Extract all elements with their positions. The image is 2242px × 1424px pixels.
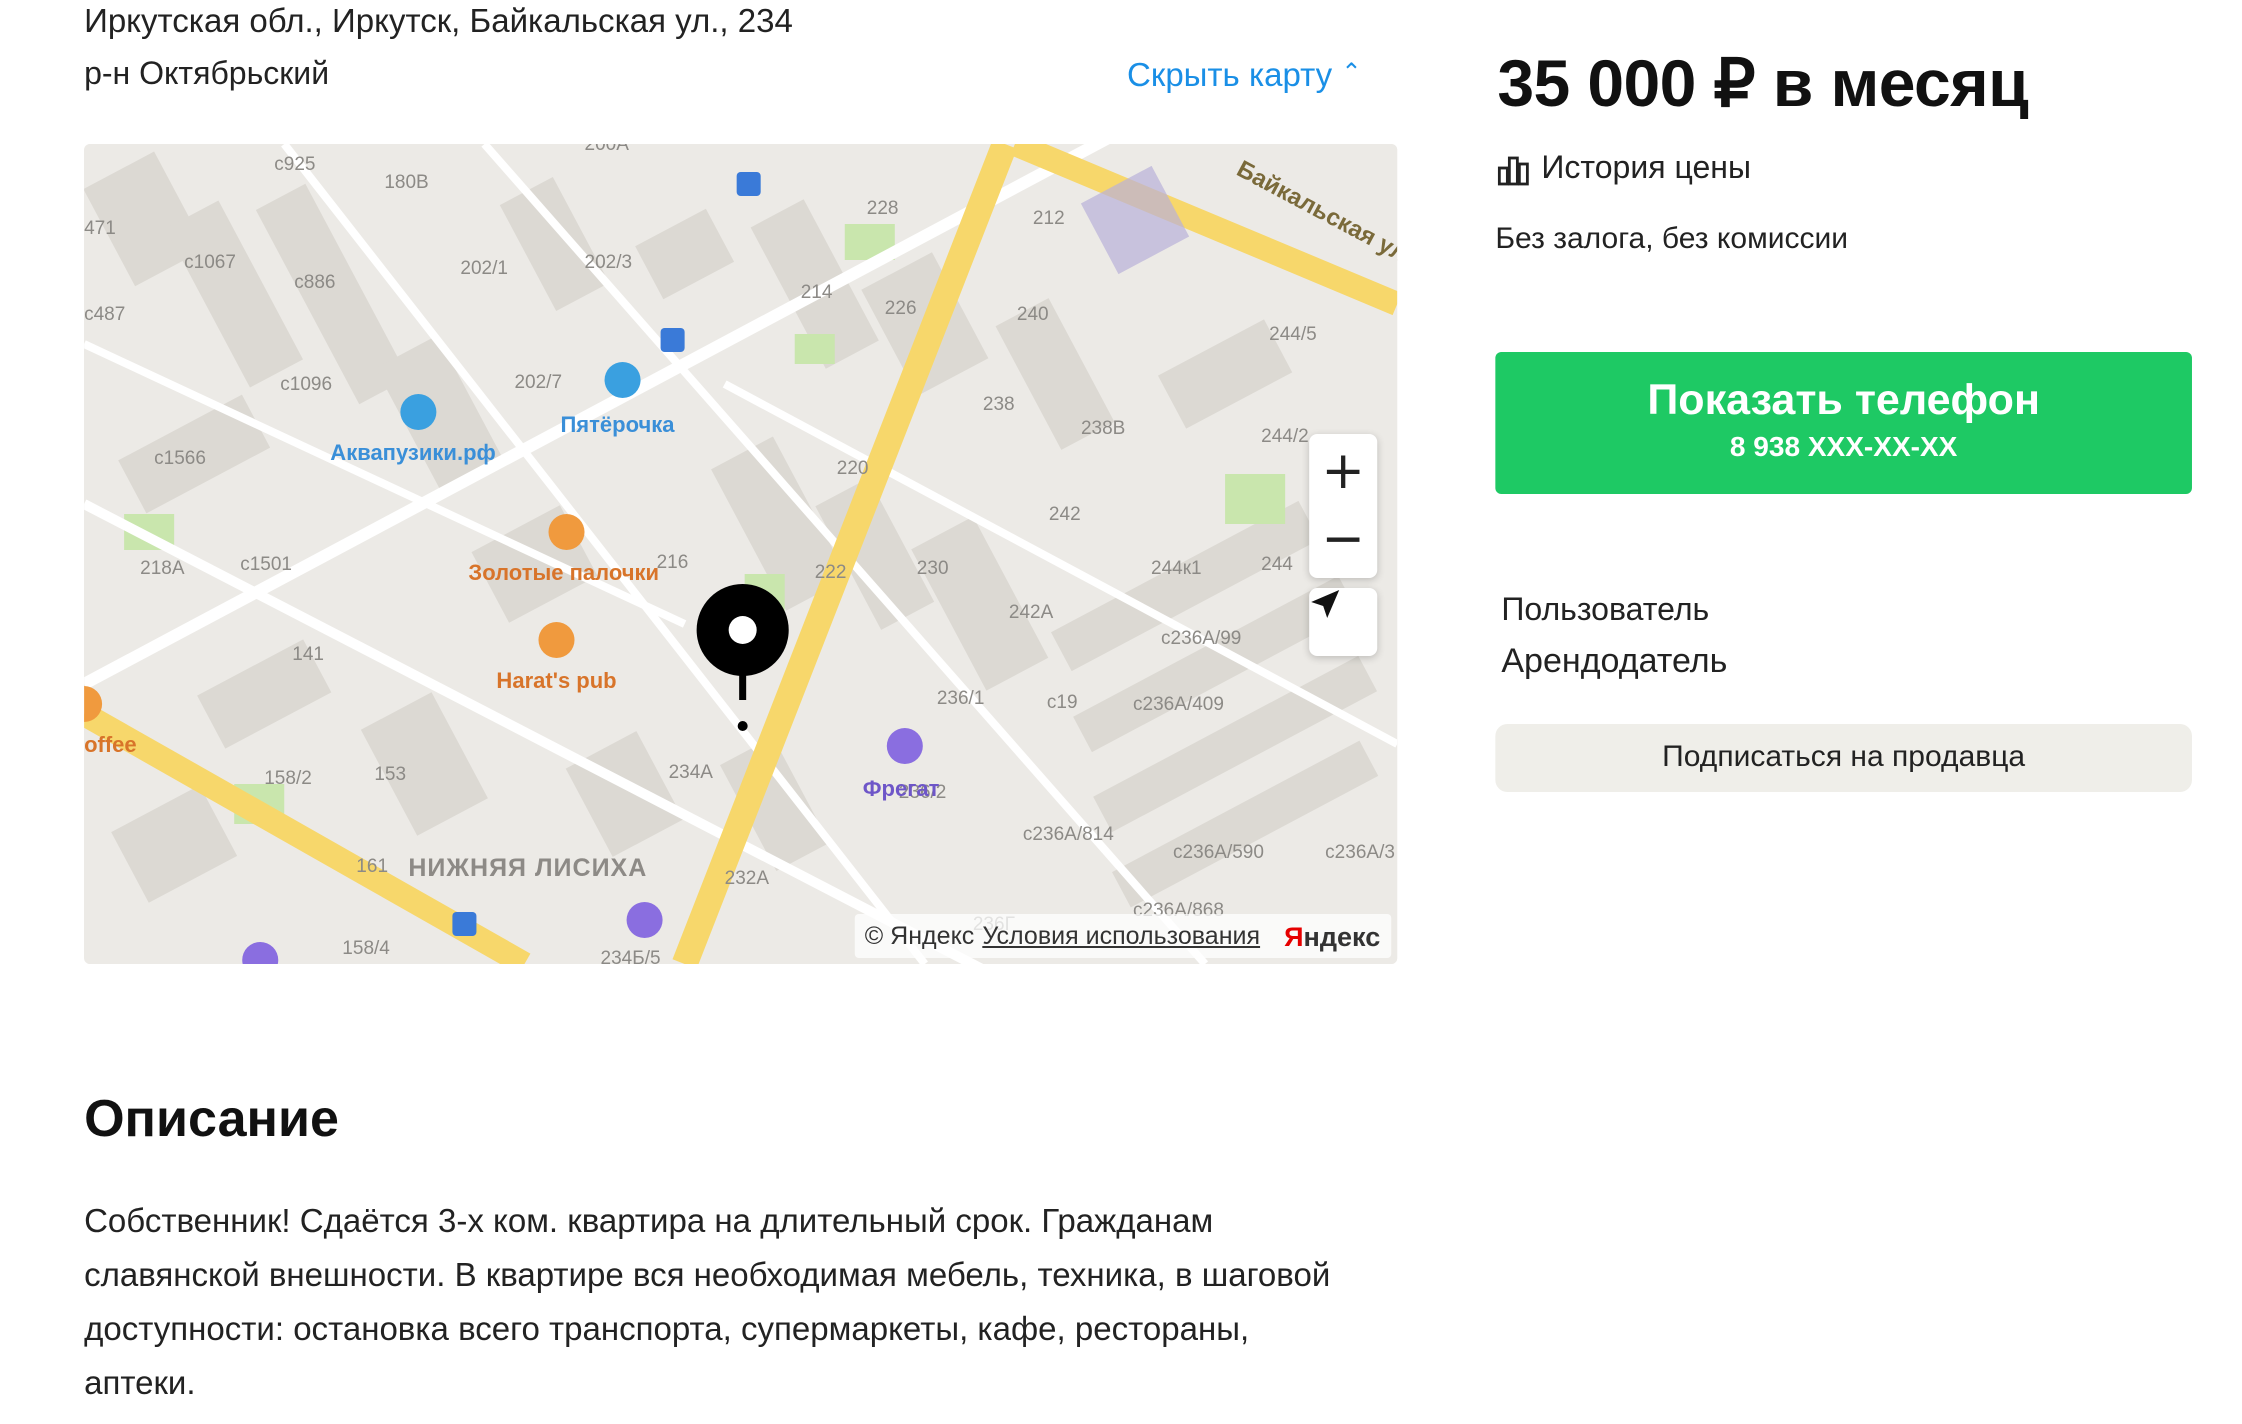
location-arrow-icon — [1311, 590, 1340, 618]
yandex-logo-rest: ндекс — [1303, 921, 1381, 951]
svg-text:c19: c19 — [1047, 692, 1078, 713]
svg-text:471: 471 — [84, 218, 116, 239]
hide-map-label: Скрыть карту — [1127, 58, 1333, 94]
zoom-out-button[interactable]: − — [1309, 506, 1377, 574]
svg-text:240: 240 — [1017, 304, 1049, 325]
map-copyright: © Яндекс — [864, 922, 975, 950]
description-heading: Описание — [84, 1088, 339, 1148]
district: р-н Октябрьский — [84, 58, 330, 92]
svg-text:153: 153 — [374, 764, 406, 785]
yandex-logo[interactable]: Яндекс — [1284, 921, 1380, 951]
svg-text:Аквапузики.рф: Аквапузики.рф — [330, 440, 495, 465]
svg-text:c236А/814: c236А/814 — [1023, 824, 1114, 845]
svg-text:c886: c886 — [294, 272, 335, 293]
svg-text:141: 141 — [292, 644, 324, 665]
hide-map-link[interactable]: Скрыть карту ⌃ — [1127, 58, 1361, 96]
svg-text:244/2: 244/2 — [1261, 426, 1309, 447]
svg-text:202/3: 202/3 — [585, 252, 633, 273]
svg-text:242А: 242А — [1009, 602, 1054, 623]
svg-text:c1566: c1566 — [154, 448, 206, 469]
svg-text:c236А/3: c236А/3 — [1325, 842, 1395, 863]
svg-text:244к1: 244к1 — [1151, 558, 1202, 579]
zoom-control: + − — [1309, 434, 1378, 578]
svg-text:220: 220 — [837, 458, 869, 479]
price: 35 000 ₽ в месяц — [1497, 46, 2029, 120]
svg-text:НИЖНЯЯ ЛИСИХА: НИЖНЯЯ ЛИСИХА — [408, 854, 647, 882]
address: Иркутская обл., Иркутск, Байкальская ул.… — [84, 4, 793, 40]
svg-text:226: 226 — [885, 298, 917, 319]
svg-text:Harat's pub: Harat's pub — [496, 668, 616, 693]
show-phone-button[interactable]: Показать телефон 8 938 XXX-XX-XX — [1495, 352, 2192, 494]
user-role: Арендодатель — [1501, 642, 1728, 680]
geolocation-button[interactable] — [1309, 588, 1378, 656]
map-attribution: © Яндекс Условия использования Яндекс — [854, 914, 1391, 958]
yandex-logo-first-letter: Я — [1284, 921, 1304, 951]
phone-masked: 8 938 XXX-XX-XX — [1729, 430, 1958, 462]
chart-icon — [1497, 156, 1529, 186]
svg-text:202/7: 202/7 — [514, 372, 562, 393]
svg-text:161: 161 — [356, 856, 388, 877]
svg-text:c1067: c1067 — [184, 252, 236, 273]
svg-text:216: 216 — [657, 552, 689, 573]
svg-text:c1501: c1501 — [240, 554, 292, 575]
svg-text:222: 222 — [815, 562, 847, 583]
price-history-link[interactable]: История цены — [1497, 152, 1751, 188]
svg-text:232А: 232А — [725, 868, 770, 889]
svg-text:228: 228 — [867, 198, 899, 219]
zoom-in-button[interactable]: + — [1309, 438, 1377, 506]
svg-text:242: 242 — [1049, 504, 1081, 525]
svg-text:Пятёрочка: Пятёрочка — [561, 412, 676, 437]
svg-text:230: 230 — [917, 558, 949, 579]
description-text: Собственник! Сдаётся 3-х ком. квартира н… — [84, 1204, 1331, 1402]
svg-text:234А: 234А — [669, 762, 714, 783]
chevron-up-icon: ⌃ — [1341, 58, 1362, 86]
svg-text:244: 244 — [1261, 554, 1293, 575]
map-terms-link[interactable]: Условия использования — [982, 922, 1260, 950]
user-type: Пользователь — [1501, 594, 1710, 628]
svg-text:158/2: 158/2 — [264, 768, 312, 789]
svg-text:c925: c925 — [274, 154, 315, 175]
svg-text:Золотые палочки: Золотые палочки — [468, 560, 659, 585]
svg-text:244/5: 244/5 — [1269, 324, 1317, 345]
map[interactable]: c925 180В 200А 228 212 471 c1067 c886 202/1 202/… — [84, 144, 1398, 964]
svg-text:offee: offee — [84, 732, 137, 757]
map-canvas: c925 180В 200А 228 212 471 c1067 c886 202/1 202/… — [84, 144, 1398, 964]
svg-text:212: 212 — [1033, 208, 1065, 229]
svg-text:Фрегат: Фрегат — [863, 776, 940, 801]
svg-text:c1096: c1096 — [280, 374, 332, 395]
svg-text:c487: c487 — [84, 304, 125, 325]
svg-text:234Б/5: 234Б/5 — [601, 948, 661, 964]
show-phone-label: Показать телефон — [1647, 376, 2040, 424]
svg-text:180В: 180В — [384, 172, 428, 193]
svg-text:c236А/409: c236А/409 — [1133, 694, 1224, 715]
deal-terms: Без залога, без комиссии — [1495, 222, 1849, 256]
price-history-label: История цены — [1541, 152, 1752, 186]
svg-text:238В: 238В — [1081, 418, 1125, 439]
svg-text:158/4: 158/4 — [342, 938, 390, 959]
svg-text:c236А/590: c236А/590 — [1173, 842, 1264, 863]
svg-text:218А: 218А — [140, 558, 185, 579]
svg-text:c236А/99: c236А/99 — [1161, 628, 1241, 649]
subscribe-seller-button[interactable]: Подписаться на продавца — [1495, 724, 2192, 792]
map-street-label-lisikha: НИЖНЯЯ ЛИСИХА — [408, 854, 647, 882]
svg-text:200А: 200А — [585, 144, 630, 155]
svg-text:214: 214 — [801, 282, 833, 303]
svg-text:236/1: 236/1 — [937, 688, 985, 709]
svg-text:238: 238 — [983, 394, 1015, 415]
svg-text:202/1: 202/1 — [460, 258, 508, 279]
